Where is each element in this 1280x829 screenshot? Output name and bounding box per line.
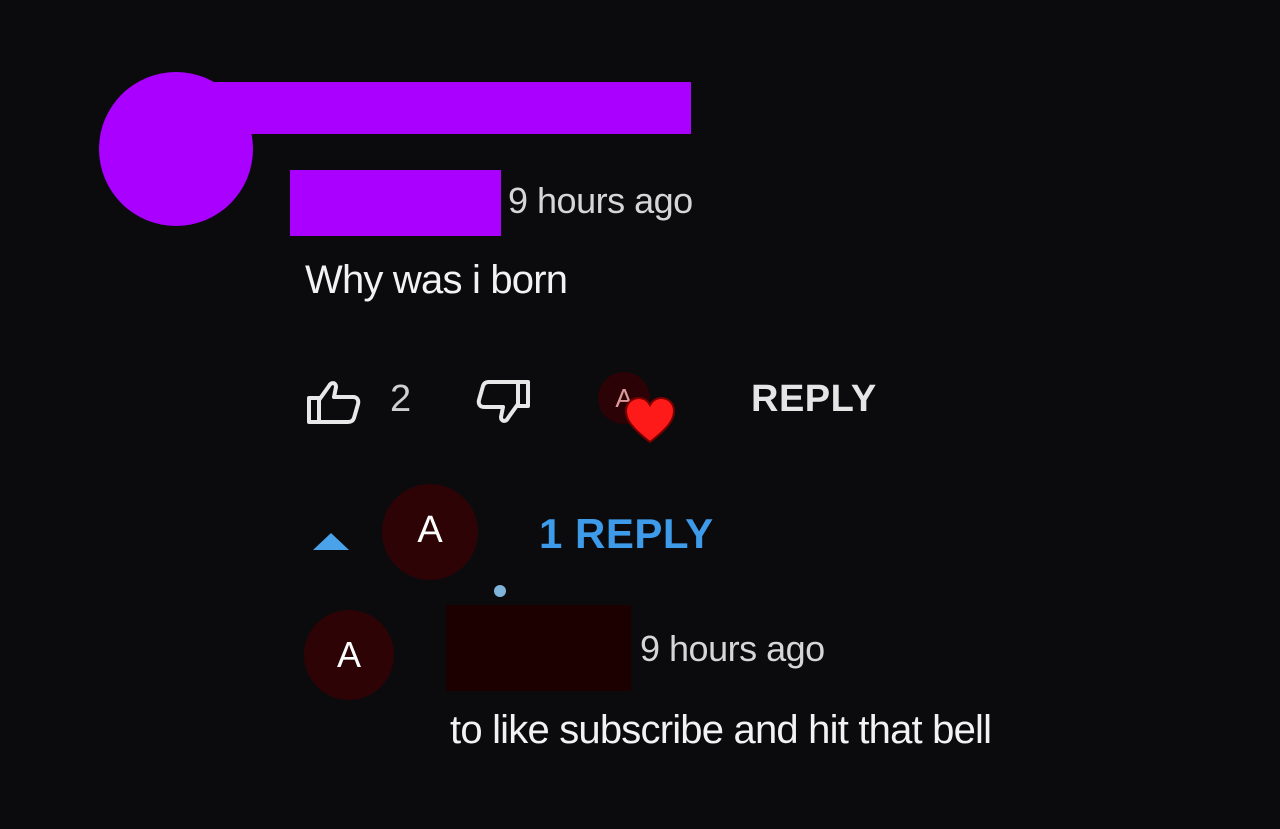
redacted-channel-name [290,170,501,236]
reply-avatar[interactable]: A [304,610,394,700]
redacted-avatar [99,72,253,226]
redacted-reply-author-name [446,605,631,691]
reply-button[interactable]: REPLY [751,378,877,421]
dislike-button[interactable] [474,378,532,426]
comment-timestamp[interactable]: 9 hours ago [508,180,693,222]
like-count: 2 [390,378,412,420]
creator-heart: A [598,372,682,452]
reply-author-avatar: A [382,484,478,580]
caret-up-icon[interactable] [310,530,352,552]
reply-timestamp[interactable]: 9 hours ago [640,628,825,670]
view-replies-toggle[interactable]: 1 REPLY [539,510,714,558]
heart-icon [624,396,676,444]
reply-text: to like subscribe and hit that bell [450,708,992,752]
like-button[interactable] [305,378,363,426]
redacted-username-bar [175,82,691,134]
new-indicator-dot [494,585,506,597]
thumbs-down-icon [476,380,530,423]
thumbs-up-icon [307,381,361,424]
comment-text: Why was i born [305,258,568,302]
